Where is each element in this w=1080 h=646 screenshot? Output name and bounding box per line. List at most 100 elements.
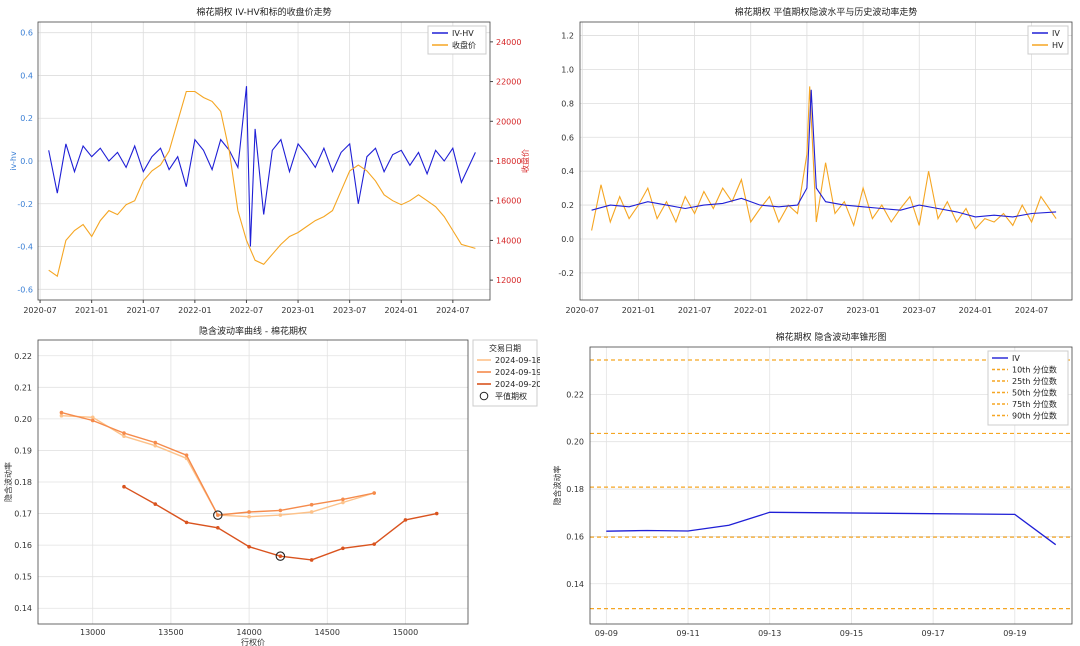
x-tick-label: 2021-01: [622, 306, 655, 315]
legend-label: 10th 分位数: [1012, 365, 1057, 375]
y-tick-label: 0.17: [14, 510, 32, 519]
y-tick-label: 0.22: [566, 390, 584, 399]
series-point: [90, 418, 95, 423]
x-tick-label: 2024-07: [436, 306, 469, 315]
series-point: [247, 544, 251, 549]
y-tick-label: 0.0: [561, 235, 574, 244]
series-point: [278, 508, 283, 513]
x-tick-label: 2022-01: [178, 306, 211, 315]
x-tick-label: 2024-01: [959, 306, 992, 315]
x-tick-label: 14500: [315, 628, 340, 637]
x-tick-label: 2023-01: [846, 306, 879, 315]
series-point: [309, 510, 314, 514]
y-tick-label: 0.21: [14, 383, 32, 392]
x-tick-label: 09-17: [921, 629, 944, 638]
x-tick-label: 14000: [236, 628, 261, 637]
legend-label: 收盘价: [452, 40, 476, 50]
y-tick-label: -0.4: [17, 243, 33, 252]
series-point: [247, 510, 251, 514]
y-tick-label: 0.20: [566, 438, 584, 447]
x-tick-label: 2023-07: [903, 306, 936, 315]
y-tick-label: 1.0: [561, 65, 574, 74]
x-tick-label: 2023-07: [333, 306, 366, 315]
series-point: [341, 546, 345, 551]
y-tick-label: 0.16: [14, 541, 32, 550]
x-tick-label: 2022-07: [790, 306, 823, 315]
y-tick-label: -0.2: [17, 200, 33, 209]
y2-tick-label: 18000: [496, 157, 521, 166]
y-tick-label: 0.6: [20, 29, 33, 38]
series-point: [184, 453, 189, 457]
legend-title: 交易日期: [489, 343, 521, 353]
plot-frame: [579, 21, 1073, 301]
y-tick-label: 0.6: [561, 133, 574, 142]
series-line-1: [591, 86, 1057, 231]
x-tick-label: 2021-07: [127, 306, 160, 315]
legend-label: 2024-09-20: [495, 380, 540, 389]
y-tick-label: 0.18: [14, 478, 32, 487]
chart-iv-smile: 13000 13500 14000 14500 15000 0.14 0.15 0.16 0.1…: [3, 325, 540, 646]
x-tick-label: 2021-01: [75, 306, 108, 315]
legend-label: IV: [1012, 354, 1020, 363]
y-axis-label: 隐含波动率: [552, 466, 562, 506]
x-tick-label: 2024-07: [1015, 306, 1048, 315]
chart-title: 棉花期权 IV-HV和标的收盘价走势: [196, 6, 331, 18]
x-tick-label: 13500: [158, 628, 183, 637]
series-point: [278, 554, 283, 558]
series-point: [434, 511, 439, 516]
y-tick-label: 0.20: [14, 415, 32, 424]
y-tick-label: 0.2: [561, 201, 574, 210]
x-axis-label: 行权价: [241, 637, 265, 646]
y-tick-label: 0.2: [20, 114, 33, 123]
series-point: [247, 514, 251, 519]
y-tick-label: 0.16: [566, 532, 584, 541]
legend-label: 25th 分位数: [1012, 376, 1057, 386]
legend-label: IV-HV: [452, 29, 474, 38]
x-tick-label: 2022-01: [734, 306, 767, 315]
chart-title: 隐含波动率曲线 - 棉花期权: [199, 325, 307, 337]
y-tick-label: 0.22: [14, 352, 32, 361]
chart-title: 棉花期权 平值期权隐波水平与历史波动率走势: [735, 6, 918, 18]
series-line-0: [606, 511, 1057, 546]
y2-tick-label: 12000: [496, 276, 521, 285]
series-point: [122, 431, 126, 435]
y2-axis-label: 收盘价: [520, 149, 530, 173]
y-axis-label: 隐含波动率: [3, 462, 13, 502]
y-tick-label: 0.15: [14, 573, 32, 582]
series-point: [184, 520, 189, 525]
y-tick-label: -0.6: [17, 285, 33, 294]
series-point: [59, 413, 64, 418]
y-tick-label: 1.2: [561, 32, 574, 41]
legend-label: 平值期权: [495, 391, 527, 401]
chart-iv-hv-close: 2020-07 2021-01 2021-07 2022-01 2022-07 2023-…: [9, 6, 530, 315]
y-tick-label: 0.14: [14, 604, 32, 613]
legend-label: HV: [1052, 41, 1064, 50]
x-tick-label: 13000: [80, 628, 105, 637]
series-point: [341, 500, 345, 505]
chart-title: 棉花期权 隐含波动率锥形图: [776, 331, 887, 343]
series-point: [216, 525, 220, 530]
y-tick-label: 0.8: [561, 99, 574, 108]
chart-atm-iv-hv: 2020-07 2021-01 2021-07 2022-01 2022-07 2023-…: [558, 6, 1073, 315]
y-tick-label: 0.0: [20, 157, 33, 166]
x-tick-label: 15000: [393, 628, 418, 637]
legend-label: 50th 分位数: [1012, 388, 1057, 398]
series-line-1: [48, 90, 476, 278]
series-point: [153, 502, 158, 506]
y2-tick-label: 24000: [496, 38, 521, 47]
x-tick-label: 09-11: [676, 629, 699, 638]
y2-tick-label: 22000: [496, 78, 521, 87]
series-point: [153, 443, 158, 448]
series-point: [403, 518, 408, 522]
series-point: [122, 434, 126, 439]
y-tick-label: -0.2: [558, 269, 574, 278]
x-tick-label: 2020-07: [23, 306, 56, 315]
y2-tick-label: 14000: [496, 236, 521, 245]
series-line-0: [591, 89, 1057, 218]
y-tick-label: 0.14: [566, 580, 584, 589]
series-line-0: [48, 86, 476, 247]
x-tick-label: 09-19: [1003, 629, 1026, 638]
x-tick-label: 2021-07: [678, 306, 711, 315]
series-point: [122, 484, 126, 489]
legend-label: 2024-09-18: [495, 356, 540, 365]
